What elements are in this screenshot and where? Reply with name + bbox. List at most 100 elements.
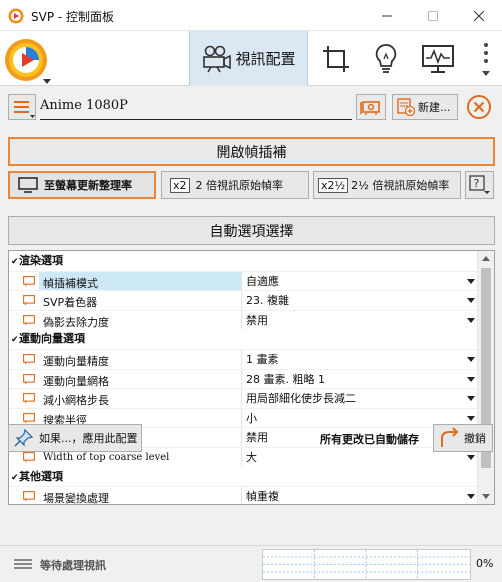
undo-button[interactable]: 撤銷	[433, 424, 493, 452]
dropdown-arrow-icon[interactable]	[467, 396, 475, 402]
main-toolbar: 視訊配置	[0, 31, 502, 86]
load-graph	[262, 549, 471, 580]
autosave-status: 所有更改已自動儲存	[320, 433, 419, 446]
property-value: 用局部細化使步長減二	[246, 392, 356, 406]
svp-logo-menu[interactable]	[3, 37, 53, 87]
comment-icon[interactable]	[23, 393, 35, 404]
property-name: 幀插補模式	[43, 276, 98, 290]
property-name: 運動向量網格	[43, 374, 109, 388]
property-name: 場景變換處理	[43, 492, 109, 505]
grid-property-row[interactable]: SVP着色器 23. 複雜	[9, 290, 479, 311]
comment-icon[interactable]	[23, 452, 35, 463]
undo-icon	[441, 427, 459, 447]
property-value-dropdown[interactable]: 1 畫素	[241, 350, 479, 369]
graphics-card-icon	[360, 101, 380, 115]
grid-category[interactable]: ✔渲染選項	[9, 251, 479, 271]
dropdown-arrow-icon[interactable]	[467, 317, 475, 323]
property-value: 28 畫素. 粗略 1	[246, 372, 325, 386]
rate-x25-button[interactable]: x2½ 2½ 倍視訊原始幀率	[313, 171, 461, 199]
window-title: SVP - 控制面板	[31, 10, 115, 24]
maximize-button[interactable]	[410, 0, 456, 31]
scroll-down-icon[interactable]	[482, 494, 490, 499]
svg-text:?: ?	[473, 177, 479, 190]
property-value-dropdown[interactable]: 禁用	[241, 310, 479, 330]
rate-x25-label: 2½ 倍視訊原始幀率	[351, 179, 450, 192]
profile-menu-button[interactable]	[8, 94, 36, 120]
dropdown-arrow-icon[interactable]	[467, 494, 475, 500]
collapse-check-icon[interactable]: ✔	[11, 469, 19, 488]
tab-crop[interactable]	[312, 31, 360, 86]
lightbulb-icon	[375, 43, 397, 73]
property-value: 1 畫素	[246, 353, 279, 366]
auto-options-button[interactable]: 自動選項選擇	[8, 216, 495, 245]
x2-5-icon: x2½	[318, 177, 349, 193]
collapse-check-icon[interactable]: ✔	[11, 331, 19, 350]
rate-screen-refresh-button[interactable]: 至螢幕更新整理率	[8, 171, 156, 199]
dropdown-arrow-icon[interactable]	[467, 298, 475, 304]
property-value-dropdown[interactable]: 用局部細化使步長減二	[241, 389, 479, 409]
video-camera-icon	[203, 45, 232, 72]
hamburger-menu-icon	[14, 101, 35, 118]
scroll-up-icon[interactable]	[482, 256, 490, 261]
new-profile-icon	[397, 98, 415, 116]
grid-property-row[interactable]: 減小網格步長 用局部細化使步長減二	[9, 388, 479, 409]
svp-app-icon	[8, 8, 24, 24]
dropdown-arrow-icon[interactable]	[467, 455, 475, 460]
property-value-dropdown[interactable]: 28 畫素. 粗略 1	[241, 369, 479, 389]
new-profile-label: 新建...	[418, 101, 451, 114]
comment-icon[interactable]	[23, 491, 35, 502]
property-name: Width of top coarse level	[43, 452, 170, 463]
grid-scrollbar[interactable]	[477, 251, 494, 504]
dropdown-arrow-icon[interactable]	[467, 376, 475, 382]
comment-icon[interactable]	[23, 275, 35, 287]
x2-icon: x2	[170, 177, 190, 193]
grid-category[interactable]: ✔其他選項	[9, 466, 479, 488]
question-icon: ?	[468, 175, 490, 194]
tab-video-settings[interactable]: 視訊配置	[189, 31, 308, 86]
queue-label: 等待處理視訊	[40, 559, 106, 572]
grid-property-row[interactable]: 運動向量精度 1 畫素	[9, 349, 479, 369]
collapse-check-icon[interactable]: ✔	[11, 253, 19, 272]
property-grid: ✔渲染選項 幀插補模式 自適應 SVP着色器 23. 複雜 偽影去除力度 禁用 ✔運動向量選項…	[8, 250, 495, 505]
enable-interpolation-button[interactable]: 開啟幀插補	[8, 137, 495, 166]
apply-if-button[interactable]: 如果...，應用此配置	[8, 424, 142, 452]
comment-icon[interactable]	[23, 295, 35, 306]
gpu-settings-button[interactable]	[356, 94, 386, 120]
rate-x2-label: 2 倍視訊原始幀率	[195, 179, 284, 192]
minimize-button[interactable]	[364, 0, 410, 31]
dropdown-arrow-icon[interactable]	[467, 357, 475, 362]
delete-profile-icon[interactable]	[466, 94, 492, 120]
rate-x2-button[interactable]: x2 2 倍視訊原始幀率	[161, 171, 309, 199]
property-name: SVP着色器	[43, 296, 98, 310]
dropdown-arrow-icon[interactable]	[467, 278, 475, 284]
bottom-actions: 如果...，應用此配置 所有更改已自動儲存 撤銷	[0, 421, 502, 453]
rate-help-button[interactable]: ?	[465, 171, 494, 199]
grid-property-row[interactable]: 偽影去除力度 禁用	[9, 309, 479, 330]
property-value-dropdown[interactable]: 幀重複	[241, 487, 479, 504]
property-name: 偽影去除力度	[43, 315, 109, 329]
minimize-icon	[382, 15, 392, 16]
tab-monitor[interactable]	[414, 31, 462, 86]
grid-category-label: 運動向量選項	[19, 332, 85, 346]
property-name: 減小網格步長	[43, 394, 109, 408]
grid-property-row[interactable]: 運動向量網格 28 畫素. 粗略 1	[9, 368, 479, 389]
more-options-icon[interactable]	[476, 41, 496, 81]
comment-icon[interactable]	[23, 373, 35, 385]
close-button[interactable]	[456, 0, 502, 31]
comment-icon[interactable]	[23, 314, 35, 326]
queue-icon[interactable]	[13, 556, 33, 572]
new-profile-button[interactable]: 新建...	[392, 94, 458, 120]
grid-category-label: 渲染選項	[19, 254, 63, 267]
pin-icon	[14, 428, 34, 447]
maximize-icon	[428, 10, 438, 21]
screen-icon	[18, 177, 38, 193]
tab-video-settings-label: 視訊配置	[235, 50, 296, 68]
property-value-dropdown[interactable]: 23. 複雜	[241, 291, 479, 311]
property-value-dropdown[interactable]: 自適應	[241, 271, 479, 291]
grid-property-row[interactable]: 幀插補模式 自適應	[9, 270, 479, 291]
grid-category[interactable]: ✔運動向量選項	[9, 329, 479, 349]
tab-tips[interactable]	[362, 31, 410, 86]
profile-name-field[interactable]: Anime 1080P	[40, 94, 352, 120]
grid-property-row[interactable]: 場景變換處理 幀重複	[9, 486, 479, 505]
comment-icon[interactable]	[23, 354, 35, 365]
